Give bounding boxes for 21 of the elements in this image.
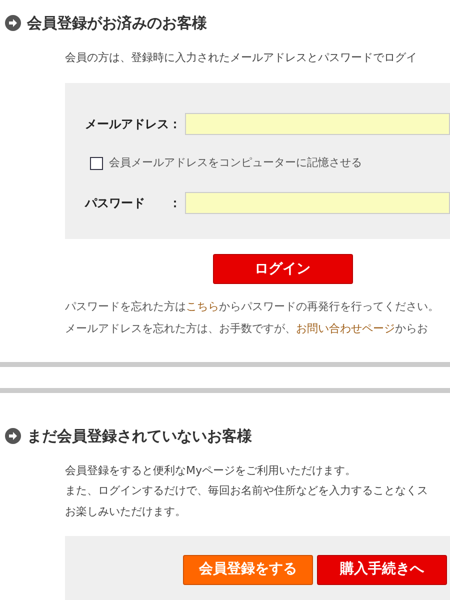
info-text: また、ログインするだけで、毎回お名前や住所などを入力することなくス <box>65 483 429 499</box>
remember-checkbox[interactable] <box>90 156 103 170</box>
arrow-circle-icon <box>5 15 21 32</box>
email-label: メールアドレス： <box>84 116 182 133</box>
register-button[interactable]: 会員登録をする <box>183 554 313 584</box>
help-text: パスワードを忘れた方はこちらからパスワードの再発行を行ってください。 <box>65 299 440 315</box>
email-field[interactable] <box>185 113 450 135</box>
section-heading: まだ会員登録されていないお客様 <box>27 426 252 447</box>
section-heading: 会員登録がお済みのお客様 <box>27 13 207 34</box>
password-field[interactable] <box>185 192 450 214</box>
help-link[interactable]: こちら <box>186 300 219 313</box>
checkout-button[interactable]: 購入手続きへ <box>317 554 447 584</box>
remember-label: 会員メールアドレスをコンピューターに記憶させる <box>109 155 362 171</box>
password-label: パスワード ： <box>84 194 182 212</box>
arrow-circle-icon <box>5 428 21 444</box>
info-text: お楽しみいただけます。 <box>65 504 187 520</box>
intro-text: 会員の方は、登録時に入力されたメールアドレスとパスワードでログイ <box>65 50 418 66</box>
login-button[interactable]: ログイン <box>212 254 352 284</box>
help-link[interactable]: お問い合わせページ <box>296 322 395 334</box>
help-text: メールアドレスを忘れた方は、お手数ですが、お問い合わせページからお <box>65 320 429 336</box>
info-text: 会員登録をすると便利なMyページをご利用いただけます。 <box>65 462 358 478</box>
